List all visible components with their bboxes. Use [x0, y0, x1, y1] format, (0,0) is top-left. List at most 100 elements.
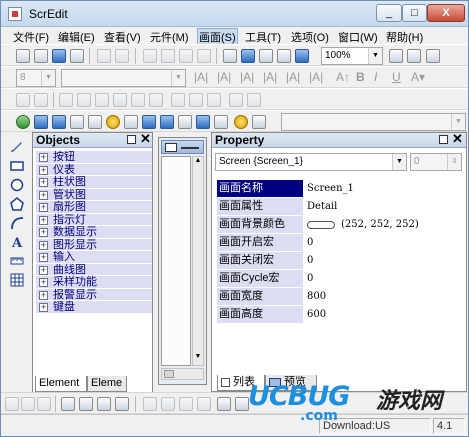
property-row[interactable]: 画面属性 Detail [217, 198, 452, 216]
scroll-down-icon[interactable]: ▼ [193, 353, 203, 365]
align-top-edge-icon[interactable] [113, 93, 127, 107]
front-icon[interactable] [34, 93, 48, 107]
table-icon[interactable] [10, 273, 24, 287]
graphic-display-icon[interactable] [142, 115, 156, 129]
list-item[interactable]: + 指示灯 [36, 213, 152, 226]
align-right-edge-icon[interactable] [95, 93, 109, 107]
scroll-up-icon[interactable]: ▲ [193, 157, 203, 169]
expand-icon[interactable]: + [39, 303, 48, 312]
zoom-select[interactable]: 100% ▼ [321, 47, 383, 65]
font-name-select[interactable]: ▼ [61, 69, 186, 87]
input-element-icon[interactable] [160, 115, 174, 129]
property-row[interactable]: 画面宽度 800 [217, 288, 452, 306]
tab-element[interactable]: Element [35, 376, 87, 392]
polygon-icon[interactable] [10, 197, 24, 211]
align-middle-icon[interactable]: |A| [286, 70, 300, 84]
same-size-icon[interactable] [207, 93, 221, 107]
close-button[interactable]: X [427, 4, 465, 22]
alarm-element-icon[interactable] [234, 115, 248, 129]
list-item[interactable]: + 柱状图 [36, 176, 152, 189]
copy-icon[interactable] [161, 49, 175, 63]
element-select[interactable]: ▼ [281, 113, 466, 131]
new-file-icon[interactable] [16, 49, 30, 63]
same-height-icon[interactable] [189, 93, 203, 107]
meter-element-icon[interactable] [52, 115, 66, 129]
property-row[interactable]: 画面关闭宏 0 [217, 252, 452, 270]
group-icon[interactable] [143, 397, 157, 411]
open-folder-icon[interactable] [34, 49, 48, 63]
paste-icon[interactable] [179, 49, 193, 63]
send-back-icon[interactable] [79, 397, 93, 411]
canvas-titlebar[interactable] [161, 140, 204, 154]
send-backward-icon[interactable] [115, 397, 129, 411]
undo-icon[interactable] [97, 49, 111, 63]
rectangle-icon[interactable] [10, 159, 24, 173]
align-middle-edge-icon[interactable] [131, 93, 145, 107]
screen-folder-icon[interactable] [259, 49, 273, 63]
same-width-icon[interactable] [171, 93, 185, 107]
list-item[interactable]: + 仪表 [36, 163, 152, 176]
underline-icon[interactable]: U [392, 70, 401, 84]
menu-help[interactable]: 帮助(H) [386, 29, 423, 45]
list-item[interactable]: + 曲线图 [36, 263, 152, 276]
delete-icon[interactable] [197, 49, 211, 63]
align-bottom-icon[interactable]: |A| [309, 70, 323, 84]
align-center-edge-icon[interactable] [77, 93, 91, 107]
grid-icon[interactable] [217, 397, 231, 411]
panel-float-icon[interactable] [439, 135, 448, 144]
download-icon[interactable] [295, 49, 309, 63]
menu-view[interactable]: 查看(V) [104, 29, 141, 45]
circle-icon[interactable] [10, 178, 24, 192]
align-right-icon[interactable]: |A| [240, 70, 254, 84]
redo-icon[interactable] [115, 49, 129, 63]
font-grow-icon[interactable]: A↑ [336, 70, 350, 84]
pencil-icon[interactable] [10, 139, 24, 153]
numeric-display-icon[interactable] [124, 115, 138, 129]
align-bottom-edge-icon[interactable] [149, 93, 163, 107]
horizontal-scrollbar[interactable] [161, 368, 204, 380]
expand-icon[interactable]: + [39, 240, 48, 250]
bring-forward-icon[interactable] [97, 397, 111, 411]
expand-icon[interactable]: + [39, 278, 48, 287]
nudge-left-icon[interactable] [5, 397, 19, 411]
ruler-icon[interactable] [10, 254, 24, 268]
expand-icon[interactable]: + [39, 178, 48, 187]
on-switch-icon[interactable] [16, 115, 30, 129]
snap-icon[interactable] [235, 397, 249, 411]
screen-save-icon[interactable] [241, 49, 255, 63]
nudge-up-icon[interactable] [37, 397, 51, 411]
panel-close-icon[interactable]: ✕ [452, 132, 463, 146]
line-tool-icon[interactable] [16, 93, 30, 107]
cut-icon[interactable] [143, 49, 157, 63]
property-row[interactable]: 画面高度 600 [217, 306, 452, 324]
list-item[interactable]: + 按钮 [36, 151, 152, 164]
lock-icon[interactable] [179, 397, 193, 411]
sampling-icon[interactable] [196, 115, 210, 129]
align-left-icon[interactable]: |A| [194, 70, 208, 84]
list-item[interactable]: + 采样功能 [36, 276, 152, 289]
save-icon[interactable] [52, 49, 66, 63]
nudge-right-icon[interactable] [21, 397, 35, 411]
align-center-icon[interactable]: |A| [217, 70, 231, 84]
vertical-scrollbar[interactable]: ▲ ▼ [192, 156, 204, 366]
expand-icon[interactable]: + [39, 253, 48, 262]
print-icon[interactable] [70, 49, 84, 63]
align-left-edge-icon[interactable] [59, 93, 73, 107]
ungroup-icon[interactable] [161, 397, 175, 411]
spin-input[interactable]: 0 ⇕ [410, 153, 462, 171]
expand-icon[interactable]: + [39, 203, 48, 212]
screen-icon[interactable] [223, 49, 237, 63]
screen-print-icon[interactable] [277, 49, 291, 63]
list-item[interactable]: + 数据显示 [36, 226, 152, 239]
property-row[interactable]: 画面开启宏 0 [217, 234, 452, 252]
pipe-element-icon[interactable] [88, 115, 102, 129]
italic-icon[interactable]: I [374, 70, 377, 84]
trend-graph-icon[interactable] [178, 115, 192, 129]
spin-arrows-icon[interactable]: ⇕ [447, 154, 461, 170]
font-color-icon[interactable]: A▾ [411, 70, 425, 84]
zoom-fit-icon[interactable] [426, 49, 440, 63]
object-selector[interactable]: Screen {Screen_1} ▼ [215, 153, 407, 171]
expand-icon[interactable]: + [39, 190, 48, 200]
font-size-select[interactable]: 8 ▼ [16, 69, 56, 87]
menu-element[interactable]: 元件(M) [150, 29, 189, 45]
